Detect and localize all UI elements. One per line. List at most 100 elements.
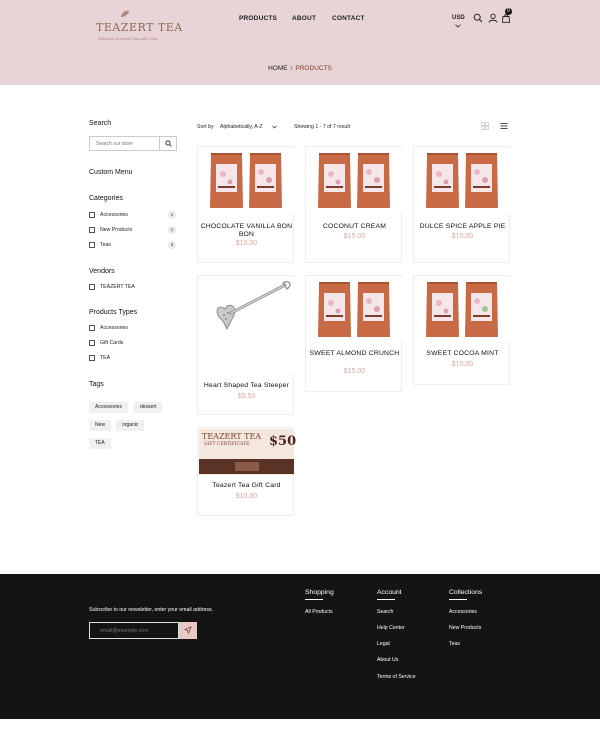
site-footer [0, 574, 600, 719]
product-card[interactable]: SWEET ALMOND CRUNCH $15.00 [305, 275, 402, 392]
product-image-tea-pouches[interactable] [307, 148, 402, 212]
send-icon [184, 626, 192, 634]
product-image-tea-pouches[interactable] [415, 277, 510, 341]
nav-products[interactable]: PRODUCTS [239, 15, 277, 22]
product-card[interactable]: Heart Shaped Tea Steeper $5.50 [197, 275, 294, 415]
sort-select[interactable]: Alphabetically, A-Z [220, 124, 263, 130]
footer-link-accessories[interactable]: Accessories [449, 609, 477, 615]
checkbox[interactable] [89, 227, 95, 233]
grid-view-icon[interactable] [481, 122, 489, 130]
account-icon[interactable] [488, 13, 498, 23]
checkbox[interactable] [89, 284, 95, 290]
checkbox[interactable] [89, 212, 95, 218]
gift-card-amount: $50 [269, 434, 297, 449]
custom-menu-heading: Custom Menu [89, 169, 133, 176]
categories-heading: Categories [89, 195, 123, 202]
email-field[interactable] [90, 623, 178, 638]
product-name[interactable]: CHOCOLATE VANILLA BON BON [198, 223, 295, 239]
product-image-gift-card[interactable]: TEAZERT TEA GIFT CERTIFICATE $50 [199, 429, 297, 475]
breadcrumb-current: PRODUCTS [295, 65, 332, 72]
product-name[interactable]: SWEET COCOA MINT [414, 350, 511, 358]
product-name[interactable]: COCONUT CREAM [306, 223, 403, 231]
footer-heading-collections: Collections [449, 589, 483, 596]
footer-link-help-center[interactable]: Help Center [377, 625, 405, 631]
product-card[interactable]: SWEET COCOA MINT $15.00 [413, 275, 510, 385]
product-card[interactable]: CHOCOLATE VANILLA BON BON $15.00 [197, 146, 294, 263]
filter-label: New Products [100, 227, 133, 233]
tags-heading: Tags [89, 381, 104, 388]
footer-link-new-products[interactable]: New Products [449, 625, 481, 631]
product-image-tea-pouches[interactable] [307, 277, 402, 341]
type-filter-accessories[interactable]: Accessories [89, 324, 177, 333]
footer-heading-underline [305, 599, 323, 600]
gift-card-band [199, 459, 294, 474]
product-image-tea-steeper[interactable] [199, 277, 294, 373]
footer-heading-underline [449, 599, 467, 600]
filter-count: 1 [168, 226, 176, 234]
product-name[interactable]: Heart Shaped Tea Steeper [198, 382, 295, 390]
product-image-tea-pouches[interactable] [415, 148, 510, 212]
product-name[interactable]: Teazert Tea Gift Card [198, 482, 295, 490]
newsletter-submit-button[interactable] [179, 622, 197, 639]
category-filter-teas[interactable]: Teas 3 [89, 241, 177, 250]
search-button[interactable] [159, 137, 177, 150]
product-name[interactable]: SWEET ALMOND CRUNCH [306, 350, 403, 358]
category-filter-new-products[interactable]: New Products 1 [89, 226, 177, 235]
footer-heading-shopping: Shopping [305, 589, 334, 596]
product-types-heading: Products Types [89, 309, 138, 316]
brand-logo[interactable]: TEAZERT TEA Delicious Gourmet Specialty … [96, 10, 182, 46]
checkbox[interactable] [89, 355, 95, 361]
product-price: $15.00 [451, 361, 474, 368]
product-card[interactable]: DULCE SPICE APPLE PIE $15.00 [413, 146, 510, 263]
product-price: $15.00 [451, 233, 474, 240]
chevron-down-icon[interactable] [455, 24, 461, 28]
search-icon[interactable] [473, 13, 483, 23]
product-card[interactable]: COCONUT CREAM $15.00 [305, 146, 402, 263]
list-view-icon[interactable] [500, 122, 508, 130]
search-input[interactable] [90, 137, 160, 150]
site-header: TEAZERT TEA Delicious Gourmet Specialty … [0, 0, 600, 85]
newsletter-form [89, 622, 179, 639]
tag-new[interactable]: New [89, 420, 112, 431]
filter-count: 3 [168, 241, 176, 249]
filter-label: TEAZERT TEA [100, 284, 135, 290]
nav-about[interactable]: ABOUT [292, 15, 316, 22]
type-filter-tea[interactable]: TEA [89, 354, 177, 363]
checkbox[interactable] [89, 325, 95, 331]
filter-label: Teas [100, 242, 111, 248]
product-image-tea-pouches[interactable] [199, 148, 294, 212]
product-price: $15.00 [343, 368, 366, 375]
breadcrumb-home[interactable]: HOME [268, 65, 288, 72]
chevron-down-icon[interactable] [272, 125, 277, 129]
filter-label: Accessories [100, 325, 128, 331]
currency-selector[interactable]: USD [452, 15, 465, 21]
tag-accessories[interactable]: Accessories [89, 402, 128, 413]
nav-contact[interactable]: CONTACT [332, 15, 365, 22]
vendors-heading: Vendors [89, 268, 115, 275]
product-price: $15.00 [235, 240, 258, 247]
footer-link-teas[interactable]: Teas [449, 641, 460, 647]
checkbox[interactable] [89, 340, 95, 346]
checkbox[interactable] [89, 242, 95, 248]
tag-dessert[interactable]: dessert [134, 402, 163, 413]
vendor-filter-teazert-tea[interactable]: TEAZERT TEA [89, 283, 177, 292]
category-filter-accessories[interactable]: Accessories 1 [89, 211, 177, 220]
filter-count: 1 [168, 211, 176, 219]
footer-link-legal[interactable]: Legal [377, 641, 390, 647]
result-count: Showing 1 - 7 of 7 result [294, 124, 350, 130]
sidebar-search [89, 136, 177, 151]
product-card[interactable]: TEAZERT TEA GIFT CERTIFICATE $50 Teazert… [197, 427, 297, 516]
footer-heading-underline [377, 599, 395, 600]
tag-organic[interactable]: organic [116, 420, 145, 431]
gift-card-band-panel [235, 462, 259, 471]
footer-link-all-products[interactable]: All Products [305, 609, 333, 615]
product-name[interactable]: DULCE SPICE APPLE PIE [414, 223, 511, 231]
footer-link-search[interactable]: Search [377, 609, 393, 615]
type-filter-gift-cards[interactable]: Gift Cards [89, 339, 177, 348]
cart-count-badge: 0 [505, 8, 512, 15]
tag-tea[interactable]: TEA [89, 438, 111, 449]
footer-link-terms[interactable]: Terms of Service [377, 674, 416, 680]
gift-card-brand: TEAZERT TEA [202, 432, 262, 441]
logo-tagline: Delicious Gourmet Specialty Teas [98, 37, 158, 41]
footer-link-about-us[interactable]: About Us [377, 657, 398, 663]
